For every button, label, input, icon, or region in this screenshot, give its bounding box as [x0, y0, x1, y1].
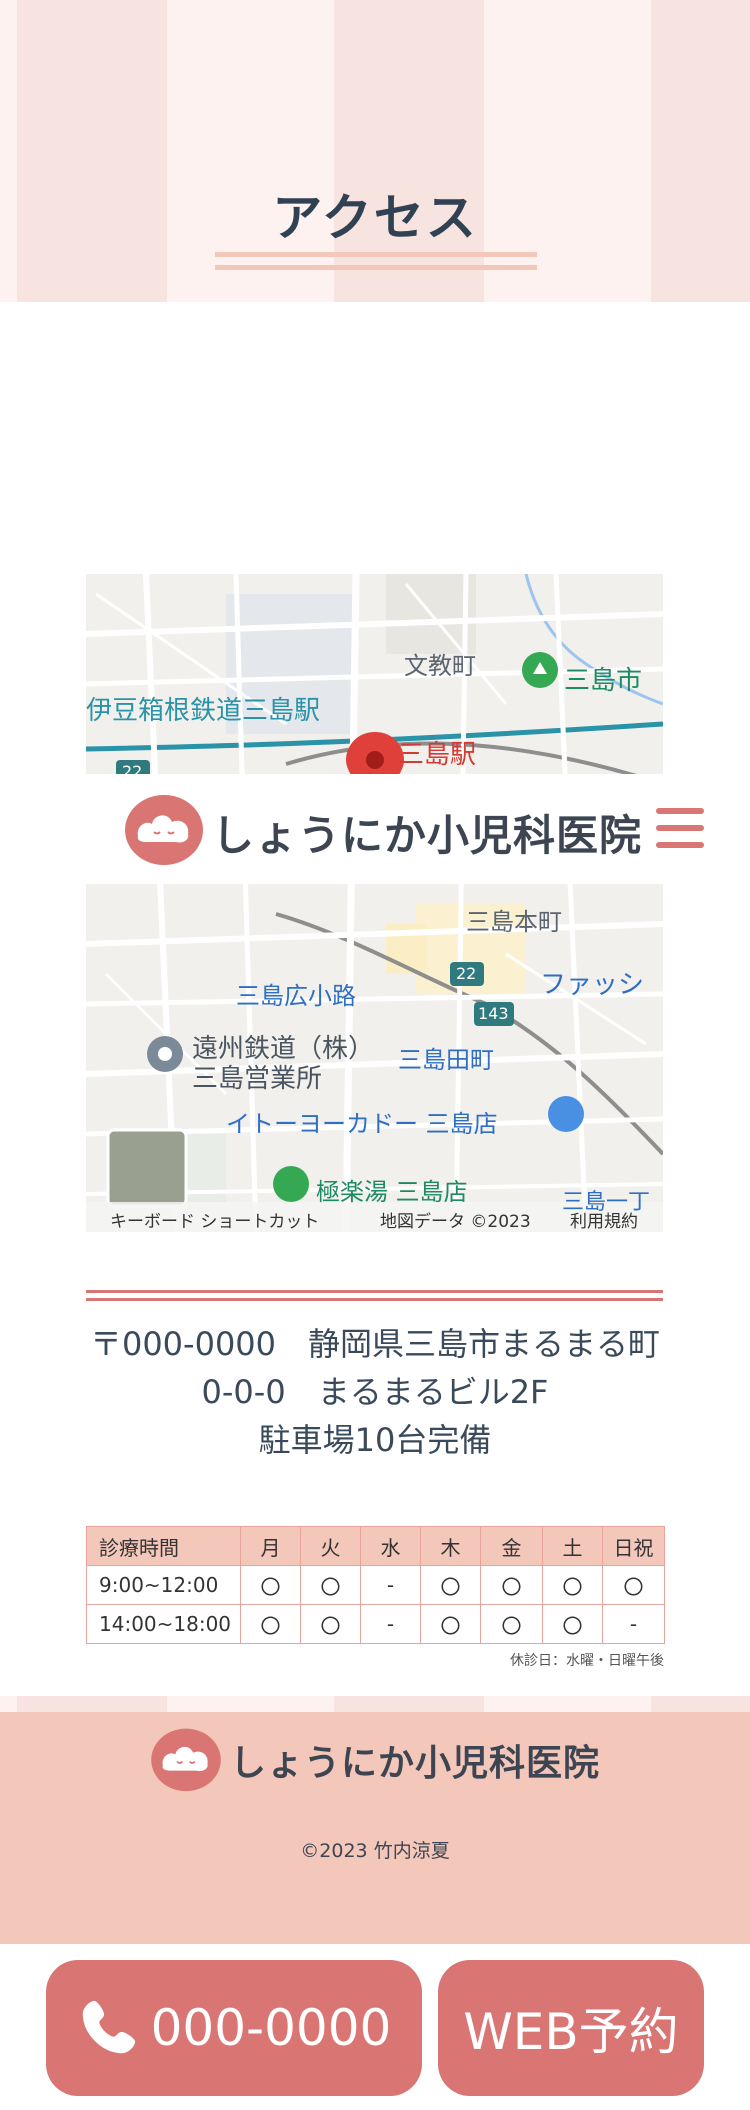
address-divider-top: [86, 1290, 663, 1293]
map-label-mishima-station: 三島駅: [398, 740, 477, 770]
table-cell: 〇: [480, 1565, 543, 1605]
web-reservation-button[interactable]: WEB予約: [438, 1960, 704, 2096]
cta-bar: 000-0000 WEB予約: [0, 1944, 750, 2110]
address-line-1: 〒000-0000 静岡県三島市まるまる町: [89, 1325, 661, 1363]
table-cell: 〇: [542, 1565, 603, 1605]
title-underline-bottom: [215, 265, 537, 270]
table-cell: 〇: [420, 1604, 481, 1644]
access-title: アクセス: [272, 189, 478, 247]
map-label-enshu-office: 三島営業所: [192, 1064, 323, 1094]
cloud-face-icon[interactable]: [124, 792, 204, 866]
table-header-row: 診療時間 月 火 水 木 金 土 日祝: [86, 1526, 665, 1566]
address-line-2: 0-0-0 まるまるビル2F: [201, 1373, 549, 1411]
table-cell: 14:00~18:00: [86, 1604, 241, 1644]
parking-info: 駐車場10台完備: [258, 1421, 492, 1459]
phone-call-button[interactable]: 000-0000: [46, 1960, 422, 2096]
table-cell: 〇: [542, 1604, 603, 1644]
table-cell: 〇: [602, 1565, 665, 1605]
map-route-22: 22: [456, 964, 477, 983]
table-cell: 〇: [480, 1604, 543, 1644]
address-divider-bottom: [86, 1298, 663, 1301]
cloud-face-icon[interactable]: [150, 1726, 222, 1792]
column-header: 日祝: [602, 1526, 665, 1566]
clinic-address: 〒000-0000 静岡県三島市まるまる町 0-0-0 まるまるビル2F 駐車場…: [40, 1320, 710, 1464]
table-cell: 9:00~12:00: [86, 1565, 241, 1605]
site-footer: しょうにか小児科医院 ©2023 竹内涼夏: [0, 1712, 750, 1944]
table-cell: 〇: [240, 1565, 301, 1605]
footer-logo-text[interactable]: しょうにか小児科医院: [230, 1734, 600, 1786]
table-cell: -: [360, 1604, 421, 1644]
copyright: ©2023 竹内涼夏: [300, 1840, 450, 1862]
table-cell: 〇: [300, 1565, 361, 1605]
column-header: 水: [360, 1526, 421, 1566]
phone-icon: [82, 2000, 135, 2054]
map-label-taamachi: 三島田町: [398, 1046, 494, 1074]
map-route-143: 143: [478, 1004, 509, 1023]
map-label-gokuraku: 極楽湯 三島店: [316, 1178, 468, 1206]
footer-stripe: [0, 1696, 750, 1712]
access-header: アクセス: [0, 0, 750, 302]
title-underline-top: [215, 252, 537, 257]
table-cell: 〇: [420, 1565, 481, 1605]
column-header: 土: [542, 1526, 603, 1566]
map-embed[interactable]: 文教町 三島市 伊豆箱根鉄道三島駅 三島駅 22 三島本町 22 143 三島広…: [86, 574, 663, 1232]
web-reservation-label: WEB予約: [463, 2003, 679, 2061]
map-label-hirokoji: 三島広小路: [236, 982, 356, 1010]
table-cell: 〇: [300, 1604, 361, 1644]
table-row: 14:00~18:00 〇 〇 - 〇 〇 〇 -: [86, 1604, 665, 1644]
map-label-mishima-hon: 三島本町: [466, 908, 562, 936]
table-cell: 〇: [240, 1604, 301, 1644]
site-logo-text[interactable]: しょうにか小児科医院: [212, 802, 642, 863]
column-header: 火: [300, 1526, 361, 1566]
map-data-credit: 地図データ ©2023: [380, 1212, 531, 1232]
column-header: 月: [240, 1526, 301, 1566]
map-label-mishima-city: 三島市: [564, 666, 643, 696]
table-row: 9:00~12:00 〇 〇 - 〇 〇 〇 〇: [86, 1565, 665, 1605]
map-terms-link[interactable]: 利用規約: [570, 1207, 638, 1232]
site-header: しょうにか小児科医院: [0, 774, 750, 884]
table-cell: -: [360, 1565, 421, 1605]
hamburger-menu-icon[interactable]: [656, 806, 704, 850]
map-label-fashion: ファッシ: [540, 970, 645, 1000]
office-hours-table: 診療時間 月 火 水 木 金 土 日祝 9:00~12:00 〇 〇 - 〇 〇…: [86, 1526, 665, 1644]
column-header: 木: [420, 1526, 481, 1566]
map-label-ito-yokado: イトーヨーカドー 三島店: [226, 1110, 498, 1138]
table-cell: -: [602, 1604, 665, 1644]
map-label-izuhakone: 伊豆箱根鉄道三島駅: [86, 696, 321, 726]
column-header: 金: [480, 1526, 543, 1566]
phone-number: 000-0000: [150, 1999, 392, 2057]
map-keyboard-shortcut-link[interactable]: キーボード ショートカット: [110, 1207, 319, 1232]
column-header: 診療時間: [86, 1526, 241, 1566]
closed-days-note: 休診日：水曜・日曜午後: [510, 1653, 664, 1669]
map-label-bunkyo: 文教町: [404, 652, 476, 680]
